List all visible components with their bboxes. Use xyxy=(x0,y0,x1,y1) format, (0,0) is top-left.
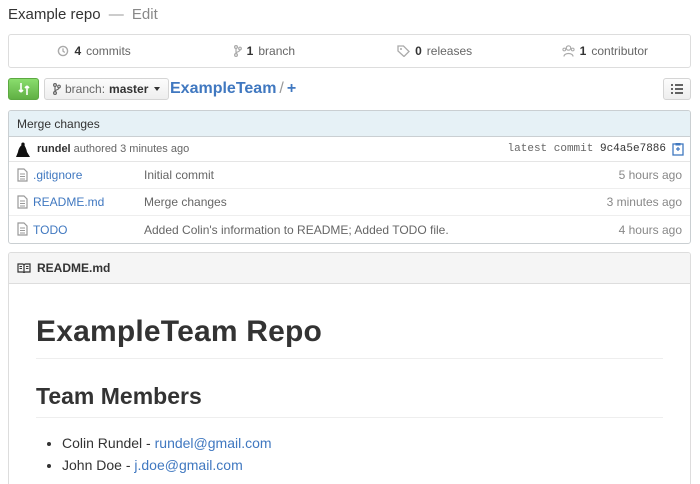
branches-count: 1 xyxy=(246,44,254,58)
breadcrumb: ExampleTeam / + xyxy=(170,78,296,100)
branch-prefix: branch: xyxy=(65,82,106,96)
breadcrumb-repo-link[interactable]: ExampleTeam xyxy=(170,80,276,97)
file-commit-message[interactable]: Initial commit xyxy=(144,168,214,182)
compare-icon xyxy=(17,83,30,95)
readme-panel: README.md ExampleTeam Repo Team Members … xyxy=(8,252,691,484)
file-name-link[interactable]: README.md xyxy=(33,195,104,209)
file-commit-message[interactable]: Added Colin's information to README; Add… xyxy=(144,223,449,237)
file-icon xyxy=(17,168,28,182)
file-row: .gitignore Initial commit 5 hours ago xyxy=(9,162,690,189)
file-age: 4 hours ago xyxy=(618,222,682,237)
file-row: TODO Added Colin's information to README… xyxy=(9,216,690,243)
releases-stat[interactable]: 0 releases xyxy=(350,35,520,67)
avatar[interactable] xyxy=(15,141,31,157)
history-icon xyxy=(58,45,69,57)
branch-selector[interactable]: branch: master xyxy=(44,78,170,100)
edit-link[interactable]: Edit xyxy=(132,6,158,23)
organization-icon xyxy=(562,45,575,57)
readme-header: README.md xyxy=(9,253,690,284)
list-item: John Doe - j.doe@gmail.com xyxy=(62,454,663,476)
file-name-link[interactable]: TODO xyxy=(33,223,67,237)
file-navigation: branch: master ExampleTeam / + xyxy=(8,77,691,101)
list-view-button[interactable] xyxy=(663,78,691,100)
commits-count: 4 xyxy=(74,44,82,58)
branch-name: master xyxy=(109,82,149,96)
new-file-link[interactable]: + xyxy=(287,80,296,97)
repo-title: Example repo — Edit xyxy=(8,6,158,23)
clipboard-icon[interactable] xyxy=(672,142,684,156)
releases-label: releases xyxy=(426,44,473,58)
member-separator: - xyxy=(121,457,135,473)
compare-button[interactable] xyxy=(8,78,39,100)
list-item: Colin Rundel - rundel@gmail.com xyxy=(62,432,663,454)
book-icon xyxy=(17,262,31,273)
readme-title: ExampleTeam Repo xyxy=(36,314,663,359)
branches-label: branch xyxy=(258,44,296,58)
latest-commit-text: latest commit xyxy=(507,143,594,155)
commit-meta: rundel authored 3 minutes ago latest com… xyxy=(9,137,690,162)
file-commit-message[interactable]: Merge changes xyxy=(144,195,227,209)
title-separator: — xyxy=(108,6,124,23)
contributors-stat[interactable]: 1 contributor xyxy=(520,35,690,67)
member-email-link[interactable]: j.doe@gmail.com xyxy=(134,457,242,473)
commit-sha[interactable]: 9c4a5e7886 xyxy=(600,143,666,155)
branch-icon xyxy=(233,45,242,57)
file-row: README.md Merge changes 3 minutes ago xyxy=(9,189,690,216)
releases-count: 0 xyxy=(415,44,422,58)
commit-authored-time: authored 3 minutes ago xyxy=(73,143,190,155)
contributors-label: contributor xyxy=(591,44,649,58)
file-age: 5 hours ago xyxy=(618,168,682,182)
file-list: Merge changes rundel authored 3 minutes … xyxy=(8,110,691,244)
branch-icon xyxy=(53,83,61,95)
commits-label: commits xyxy=(86,44,131,58)
commits-stat[interactable]: 4 commits xyxy=(9,35,179,67)
readme-filename: README.md xyxy=(37,261,111,275)
readme-section-heading: Team Members xyxy=(36,381,663,418)
latest-commit-label: latest commit 9c4a5e7886 xyxy=(508,143,666,155)
team-member-list: Colin Rundel - rundel@gmail.com John Doe… xyxy=(36,432,663,476)
member-name: John Doe xyxy=(62,457,122,473)
branches-stat[interactable]: 1 branch xyxy=(179,35,349,67)
member-name: Colin Rundel xyxy=(62,435,143,451)
caret-down-icon xyxy=(154,87,161,91)
readme-content: ExampleTeam Repo Team Members Colin Rund… xyxy=(9,314,690,476)
member-email-link[interactable]: rundel@gmail.com xyxy=(155,435,272,451)
list-icon xyxy=(671,84,683,94)
file-age: 3 minutes ago xyxy=(606,195,682,209)
file-icon xyxy=(17,222,28,236)
commit-author[interactable]: rundel xyxy=(37,143,71,155)
tag-icon xyxy=(397,45,411,57)
repo-name: Example repo xyxy=(8,6,101,23)
breadcrumb-separator: / xyxy=(279,80,284,97)
contributors-count: 1 xyxy=(579,44,587,58)
file-name-link[interactable]: .gitignore xyxy=(33,168,82,182)
member-separator: - xyxy=(142,435,155,451)
repo-stats-bar: 4 commits 1 branch 0 releases 1 contribu… xyxy=(8,34,691,68)
file-icon xyxy=(17,195,28,209)
latest-commit-message[interactable]: Merge changes xyxy=(9,111,690,137)
